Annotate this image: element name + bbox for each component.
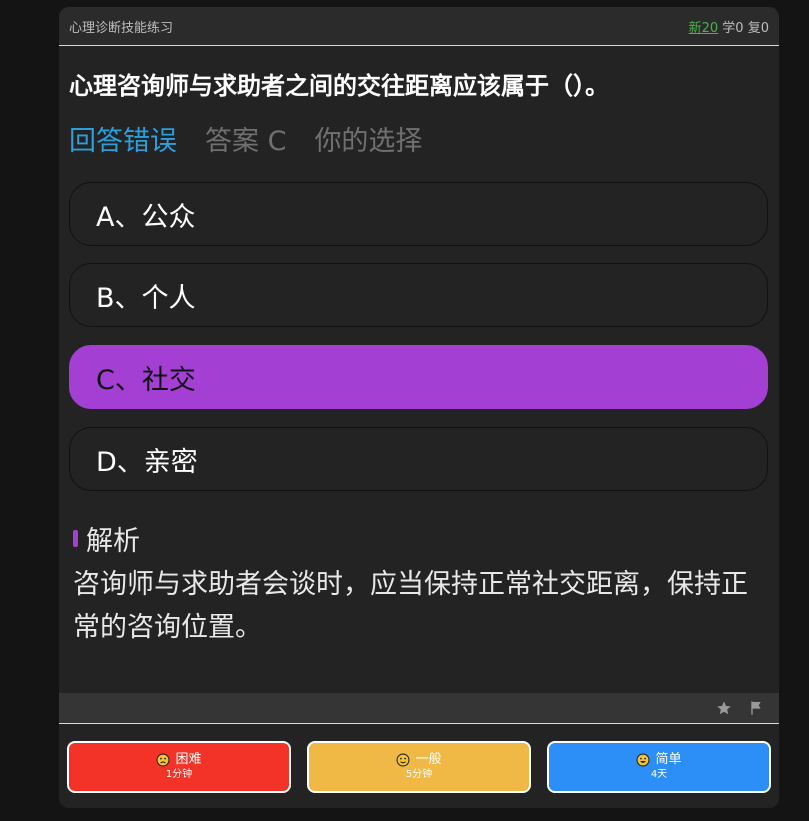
tool-strip	[59, 693, 779, 724]
option-label: C、社交	[96, 364, 196, 396]
hard-label: 困难	[175, 752, 202, 767]
correct-answer-label: 答案 C	[205, 126, 287, 157]
card-counts: 新20 学0 复0	[689, 17, 769, 36]
explanation-title: 解析	[86, 525, 140, 557]
easy-interval: 4天	[650, 769, 668, 780]
easy-label: 简单	[655, 752, 682, 767]
option-b[interactable]: B、个人	[69, 263, 768, 327]
flag-icon[interactable]	[747, 699, 765, 717]
deck-title: 心理诊断技能练习	[69, 20, 174, 36]
option-c[interactable]: C、社交	[69, 345, 768, 409]
review-count: 复0	[747, 20, 769, 36]
learn-count: 学0	[722, 20, 744, 36]
review-card: 心理诊断技能练习 新20 学0 复0 心理咨询师与求助者之间的交往距离应该属于（…	[59, 7, 779, 808]
good-label: 一般	[415, 752, 442, 767]
good-button[interactable]: 一般 5分钟	[307, 741, 531, 793]
result-label: 回答错误	[69, 126, 177, 157]
explanation-header: 解析	[73, 523, 140, 557]
star-icon[interactable]	[715, 699, 733, 717]
neutral-face-icon	[397, 753, 410, 767]
your-choice-label: 你的选择	[314, 126, 423, 157]
question-text: 心理咨询师与求助者之间的交往距离应该属于（）。	[69, 72, 609, 100]
smile-face-icon	[637, 753, 650, 767]
top-bar: 心理诊断技能练习 新20 学0 复0	[59, 7, 779, 46]
option-label: A、公众	[96, 201, 196, 233]
option-a[interactable]: A、公众	[69, 182, 768, 246]
answer-status: 回答错误 答案 C 你的选择	[69, 122, 422, 162]
good-label-row: 一般	[396, 752, 442, 768]
easy-button[interactable]: 简单 4天	[547, 741, 771, 793]
hard-interval: 1分钟	[165, 769, 193, 780]
explanation-marker	[73, 529, 78, 547]
new-count[interactable]: 新20	[689, 21, 719, 36]
hard-label-row: 困难	[156, 752, 202, 768]
option-label: D、亲密	[96, 446, 198, 478]
frown-face-icon	[157, 753, 170, 767]
option-d[interactable]: D、亲密	[69, 427, 768, 491]
good-interval: 5分钟	[405, 769, 433, 780]
hard-button[interactable]: 困难 1分钟	[67, 741, 291, 793]
explanation-text: 咨询师与求助者会谈时，应当保持正常社交距离，保持正常的咨询位置。	[73, 569, 748, 643]
easy-label-row: 简单	[636, 752, 682, 768]
option-label: B、个人	[96, 282, 196, 314]
rating-buttons: 困难 1分钟 一般 5分钟 简单 4天	[67, 741, 771, 793]
